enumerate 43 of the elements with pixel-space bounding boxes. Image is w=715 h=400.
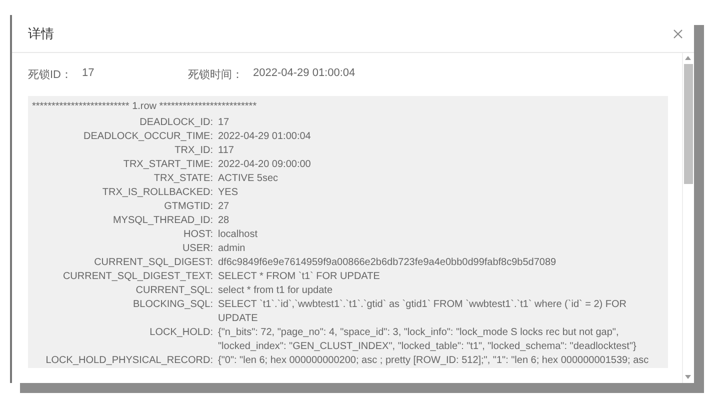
scrollbar-thumb[interactable] bbox=[684, 64, 693, 184]
field-label: LOCK_HOLD: bbox=[148, 326, 213, 340]
field-label: TRX_STATE: bbox=[152, 172, 213, 186]
field-label: TRX_START_TIME: bbox=[122, 158, 213, 172]
field-label: LOCK_HOLD_PHYSICAL_RECORD: bbox=[44, 354, 213, 368]
field-value: 17 bbox=[82, 66, 94, 80]
field-value: localhost bbox=[218, 228, 258, 242]
dialog-title: 详情 bbox=[28, 24, 54, 42]
field-value: SELECT * FROM `t1` FOR UPDATE bbox=[218, 270, 381, 284]
field-label: DEADLOCK_ID: bbox=[138, 116, 213, 130]
field-label: DEADLOCK_OCCUR_TIME: bbox=[82, 130, 213, 144]
field-value: 17 bbox=[218, 116, 230, 130]
field-value: select * from t1 for update bbox=[218, 284, 334, 298]
field-value: 2022-04-29 01:00:04 bbox=[218, 130, 312, 144]
field-value: 28 bbox=[218, 214, 230, 228]
field-value: SELECT `t1`.`id`,`wwbtest1`.`t1`.`gtid` as `gtid1` FROM `wwbtest1`.`t1` where (`id` = 2) FOR UPDATE bbox=[218, 298, 628, 326]
field-label: HOST: bbox=[182, 228, 213, 242]
field-value: 117 bbox=[218, 144, 235, 158]
field-label: CURRENT_SQL_DIGEST_TEXT: bbox=[62, 270, 213, 284]
field-label: USER: bbox=[181, 242, 213, 256]
field-label: 死锁ID： bbox=[28, 68, 72, 82]
field-label: CURRENT_SQL: bbox=[134, 284, 213, 298]
field-value: df6c9849f6e9e7614959f9a00866e2b6db723fe9a4e0bb0d99fabf8c9b5d7089 bbox=[218, 256, 558, 270]
scrollbar[interactable] bbox=[682, 53, 694, 383]
field-label: TRX_ID: bbox=[174, 144, 213, 158]
field-value: ACTIVE 5sec bbox=[218, 172, 280, 186]
field-value: 2022-04-29 01:00:04 bbox=[253, 66, 356, 80]
field-label: TRX_IS_ROLLBACKED: bbox=[101, 186, 213, 200]
field-label: GTMGTID: bbox=[163, 200, 213, 214]
close-icon bbox=[673, 28, 683, 38]
field-value: YES bbox=[218, 186, 240, 200]
field-label: CURRENT_SQL_DIGEST: bbox=[93, 256, 213, 270]
field-value: admin bbox=[218, 242, 246, 256]
field-value: 2022-04-20 09:00:00 bbox=[218, 158, 312, 172]
field-label: 死锁时间： bbox=[188, 68, 243, 82]
row-header: ************************* 1.row ************************* bbox=[32, 100, 258, 114]
scroll-up-icon[interactable] bbox=[685, 56, 691, 60]
field-label: BLOCKING_SQL: bbox=[132, 298, 213, 312]
field-value: {"0": "len 6; hex 000000000200; asc ; pretty [ROW_ID: 512];", "1": "len 6; hex 000000001539; asc bbox=[218, 354, 650, 368]
field-label: MYSQL_THREAD_ID: bbox=[112, 214, 213, 228]
field-value: 27 bbox=[218, 200, 230, 214]
scroll-down-icon[interactable] bbox=[685, 375, 691, 379]
field-value: {"n_bits": 72, "page_no": 4, "space_id": 3, "lock_info": "lock_mode S locks rec but not gap", "locked_index": "GEN_CLUST_INDEX", "locked_table": "t1", "locked_schema": "deadlocktest"} bbox=[218, 326, 638, 354]
